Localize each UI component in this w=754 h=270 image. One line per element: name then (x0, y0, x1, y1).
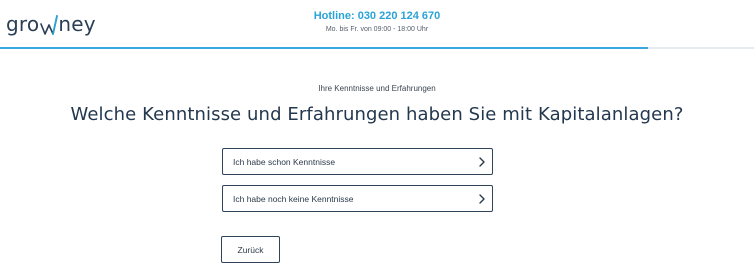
hotline-hours: Mo. bis Fr. von 09:00 - 18:00 Uhr (325, 26, 429, 33)
hotline-block: Hotline: 030 220 124 670 Mo. bis Fr. von… (0, 10, 754, 35)
step-label: Ihre Kenntnisse und Erfahrungen (318, 84, 436, 93)
option-label: Ich habe schon Kenntnisse (233, 156, 336, 167)
back-button[interactable]: Zurück (221, 236, 280, 263)
option-no-knowledge-button[interactable]: Ich habe noch keine Kenntnisse (222, 185, 493, 212)
hotline-number[interactable]: Hotline: 030 220 124 670 (0, 10, 754, 23)
header: gro ney Hotline: 030 220 124 670 Mo. bis… (0, 0, 754, 50)
chevron-right-icon (472, 148, 492, 175)
progress-bar (0, 47, 754, 49)
question-heading: Welche Kenntnisse und Erfahrungen haben … (70, 104, 684, 125)
option-has-knowledge-button[interactable]: Ich habe schon Kenntnisse (222, 148, 493, 175)
progress-bar-fill (0, 47, 649, 49)
option-label: Ich habe noch keine Kenntnisse (233, 193, 354, 204)
chevron-right-icon (472, 185, 492, 212)
